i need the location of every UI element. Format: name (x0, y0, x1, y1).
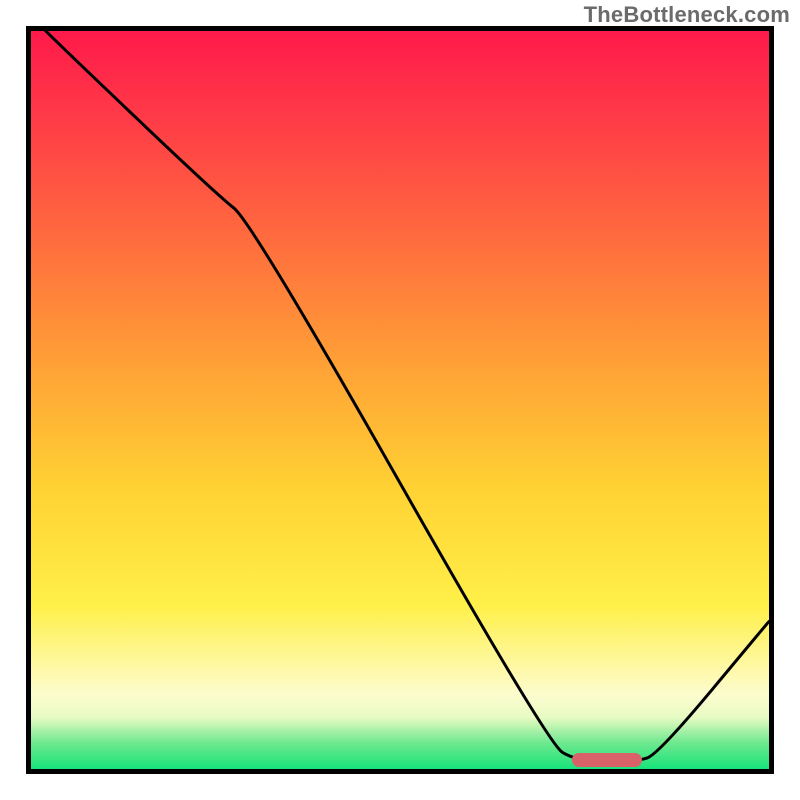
bottleneck-curve (31, 31, 769, 762)
chart-container: TheBottleneck.com (0, 0, 800, 800)
optimal-marker (572, 753, 642, 767)
watermark-text: TheBottleneck.com (584, 2, 790, 28)
curve-svg (31, 31, 769, 769)
plot-frame (26, 26, 774, 774)
